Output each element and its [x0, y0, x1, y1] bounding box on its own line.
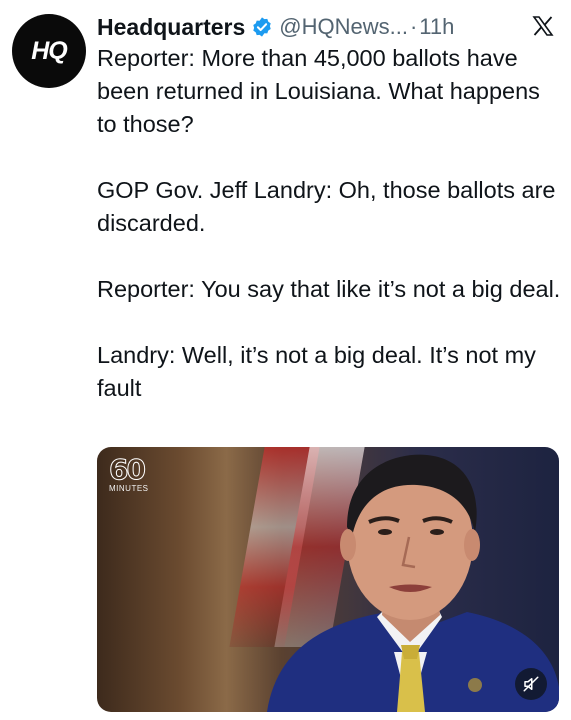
muted-speaker-icon: [523, 676, 539, 692]
timestamp[interactable]: 11h: [419, 14, 454, 40]
tweet-paragraph: GOP Gov. Jeff Landry: Oh, those ballots …: [97, 177, 556, 236]
sixty-minutes-logo: 60 MINUTES: [109, 453, 149, 493]
tweet-paragraph: Reporter: You say that like it’s not a b…: [97, 276, 561, 302]
mute-button[interactable]: [515, 668, 547, 700]
avatar[interactable]: HQ: [12, 14, 86, 88]
speaker-figure: [267, 454, 559, 712]
hq-logo-icon: HQ: [31, 36, 67, 65]
video-player[interactable]: 60 MINUTES: [97, 447, 559, 712]
display-name[interactable]: Headquarters: [97, 14, 245, 41]
verified-badge-icon: [253, 17, 271, 37]
watermark-number: 60: [109, 453, 147, 486]
tweet-paragraph: Reporter: More than 45,000 ballots have …: [97, 45, 540, 137]
tweet-paragraph: Landry: Well, it’s not a big deal. It’s …: [97, 342, 536, 401]
tweet-text: Reporter: More than 45,000 ballots have …: [97, 42, 562, 405]
handle[interactable]: @HQNews...: [279, 14, 408, 40]
separator-dot: ·: [409, 14, 418, 39]
tweet-header: Headquarters @HQNews... · 11h: [97, 10, 559, 44]
watermark-label: MINUTES: [109, 484, 149, 493]
x-logo-icon[interactable]: [531, 14, 555, 38]
